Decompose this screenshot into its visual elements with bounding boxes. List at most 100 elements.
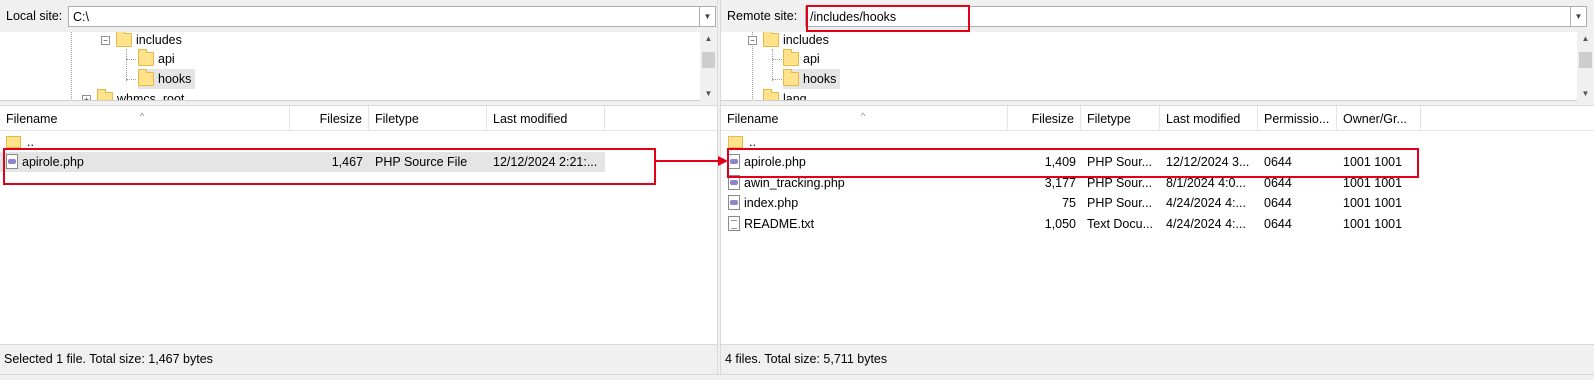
file-row-apirole[interactable]: apirole.php 1,409 PHP Sour... 12/12/2024… bbox=[721, 152, 1421, 172]
remote-directory-tree: − includes api hooks lang bbox=[721, 32, 1594, 101]
tree-item-label: api bbox=[158, 52, 175, 66]
column-filesize[interactable]: Filesize bbox=[1008, 106, 1081, 131]
column-label: Owner/Gr... bbox=[1343, 112, 1407, 126]
file-row-parent[interactable]: .. bbox=[721, 132, 1421, 152]
tree-guide-line bbox=[126, 79, 136, 80]
folder-icon bbox=[763, 32, 779, 47]
owner-group: 1001 1001 bbox=[1343, 196, 1403, 210]
column-last-modified[interactable]: Last modified bbox=[1160, 106, 1258, 131]
collapse-icon[interactable]: − bbox=[748, 35, 757, 45]
collapse-icon[interactable]: − bbox=[101, 35, 110, 45]
php-file-icon bbox=[728, 195, 740, 210]
remote-file-list-header: Filename ^ Filesize Filetype Last modifi… bbox=[721, 106, 1594, 131]
column-permissions[interactable]: Permissio... bbox=[1258, 106, 1337, 131]
tree-guide-line bbox=[772, 79, 782, 80]
scroll-up-icon[interactable]: ▲ bbox=[1577, 32, 1594, 46]
file-row-readme[interactable]: README.txt 1,050 Text Docu... 4/24/2024 … bbox=[721, 214, 1421, 234]
scroll-down-icon[interactable]: ▼ bbox=[1577, 87, 1594, 101]
scroll-thumb[interactable] bbox=[702, 52, 715, 68]
tree-item-hooks[interactable]: hooks bbox=[138, 69, 196, 89]
filetype: PHP Sour... bbox=[1087, 176, 1153, 190]
filetype: PHP Sour... bbox=[1087, 196, 1153, 210]
tree-guide-line bbox=[772, 59, 782, 60]
filesize: 3,177 bbox=[1044, 176, 1076, 190]
column-label: Permissio... bbox=[1264, 112, 1330, 126]
remote-site-bar: Remote site: ▼ bbox=[721, 0, 1594, 32]
remote-tree-scrollbar[interactable]: ▲ ▼ bbox=[1577, 32, 1594, 101]
filename: .. bbox=[749, 135, 756, 149]
column-filesize[interactable]: Filesize bbox=[290, 106, 369, 131]
permissions: 0644 bbox=[1264, 176, 1292, 190]
column-label: Filename bbox=[727, 112, 779, 126]
filesize: 75 bbox=[1062, 196, 1076, 210]
local-file-list: Filename ^ Filesize Filetype Last modifi… bbox=[0, 106, 717, 344]
local-site-dropdown-icon[interactable]: ▼ bbox=[700, 6, 716, 27]
tree-item-label: api bbox=[803, 52, 820, 66]
filesize: 1,467 bbox=[331, 155, 363, 169]
local-tree-scrollbar[interactable]: ▲ ▼ bbox=[700, 32, 717, 101]
local-site-bar: Local site: ▼ bbox=[0, 0, 717, 32]
tree-item-hooks[interactable]: hooks bbox=[783, 69, 841, 89]
local-file-list-header: Filename ^ Filesize Filetype Last modifi… bbox=[0, 106, 717, 131]
column-label: Filetype bbox=[375, 112, 419, 126]
remote-pane: Remote site: ▼ − includes api hooks lang… bbox=[721, 0, 1594, 374]
local-directory-tree: − includes api hooks + whmcs_root bbox=[0, 32, 717, 101]
owner-group: 1001 1001 bbox=[1343, 155, 1403, 169]
file-row-index[interactable]: index.php 75 PHP Sour... 4/24/2024 4:...… bbox=[721, 193, 1421, 213]
owner-group: 1001 1001 bbox=[1343, 217, 1403, 231]
last-modified: 4/24/2024 4:... bbox=[1166, 196, 1246, 210]
remote-site-label: Remote site: bbox=[727, 9, 798, 23]
filename: README.txt bbox=[744, 217, 815, 231]
tree-item-whmcs-root[interactable]: + whmcs_root bbox=[82, 89, 185, 101]
folder-icon bbox=[97, 89, 113, 100]
column-last-modified[interactable]: Last modified bbox=[487, 106, 605, 131]
filesize: 1,050 bbox=[1044, 217, 1076, 231]
tree-item-api[interactable]: api bbox=[138, 49, 175, 69]
file-row-parent[interactable]: .. bbox=[0, 132, 605, 152]
filename: apirole.php bbox=[22, 155, 84, 169]
php-file-icon bbox=[728, 175, 740, 190]
tree-item-includes[interactable]: − includes bbox=[101, 32, 182, 50]
tree-item-label: lang bbox=[783, 92, 807, 101]
remote-site-dropdown-icon[interactable]: ▼ bbox=[1571, 6, 1587, 27]
remote-status-text: 4 files. Total size: 5,711 bytes bbox=[725, 352, 888, 366]
column-filetype[interactable]: Filetype bbox=[1081, 106, 1160, 131]
remote-site-path-input[interactable] bbox=[805, 6, 1571, 27]
last-modified: 12/12/2024 3... bbox=[1166, 155, 1250, 169]
local-site-path-input[interactable] bbox=[68, 6, 700, 27]
folder-icon bbox=[138, 49, 154, 66]
tree-item-label: whmcs_root bbox=[117, 92, 185, 101]
column-filename[interactable]: Filename ^ bbox=[0, 106, 290, 131]
window-bottom-edge bbox=[0, 374, 1594, 380]
local-status-bar: Selected 1 file. Total size: 1,467 bytes bbox=[0, 344, 717, 374]
file-row-apirole[interactable]: apirole.php 1,467 PHP Source File 12/12/… bbox=[0, 152, 605, 172]
column-filename[interactable]: Filename ^ bbox=[721, 106, 1008, 131]
scroll-up-icon[interactable]: ▲ bbox=[700, 32, 717, 46]
column-label: Filesize bbox=[319, 112, 362, 126]
filename: index.php bbox=[744, 196, 799, 210]
last-modified: 12/12/2024 2:21:... bbox=[493, 155, 598, 169]
filesize: 1,409 bbox=[1044, 155, 1076, 169]
column-label: Last modified bbox=[493, 112, 568, 126]
tree-item-api[interactable]: api bbox=[783, 49, 820, 69]
scroll-down-icon[interactable]: ▼ bbox=[700, 87, 717, 101]
permissions: 0644 bbox=[1264, 196, 1292, 210]
file-row-awin-tracking[interactable]: awin_tracking.php 3,177 PHP Sour... 8/1/… bbox=[721, 173, 1421, 193]
tree-item-includes[interactable]: − includes bbox=[748, 32, 829, 50]
remote-status-bar: 4 files. Total size: 5,711 bytes bbox=[721, 344, 1594, 374]
column-label: Last modified bbox=[1166, 112, 1241, 126]
scroll-thumb[interactable] bbox=[1579, 52, 1592, 68]
owner-group: 1001 1001 bbox=[1343, 176, 1403, 190]
last-modified: 4/24/2024 4:... bbox=[1166, 217, 1246, 231]
filename: awin_tracking.php bbox=[744, 176, 845, 190]
filename: .. bbox=[27, 135, 34, 149]
tree-item-label: includes bbox=[783, 33, 829, 47]
tree-item-label: hooks bbox=[158, 72, 192, 86]
sort-ascending-icon: ^ bbox=[140, 111, 145, 121]
filetype: PHP Source File bbox=[375, 155, 468, 169]
column-owner-group[interactable]: Owner/Gr... bbox=[1337, 106, 1421, 131]
tree-item-lang[interactable]: lang bbox=[763, 89, 807, 101]
column-filetype[interactable]: Filetype bbox=[369, 106, 487, 131]
column-label: Filename bbox=[6, 112, 58, 126]
sort-ascending-icon: ^ bbox=[861, 111, 866, 121]
